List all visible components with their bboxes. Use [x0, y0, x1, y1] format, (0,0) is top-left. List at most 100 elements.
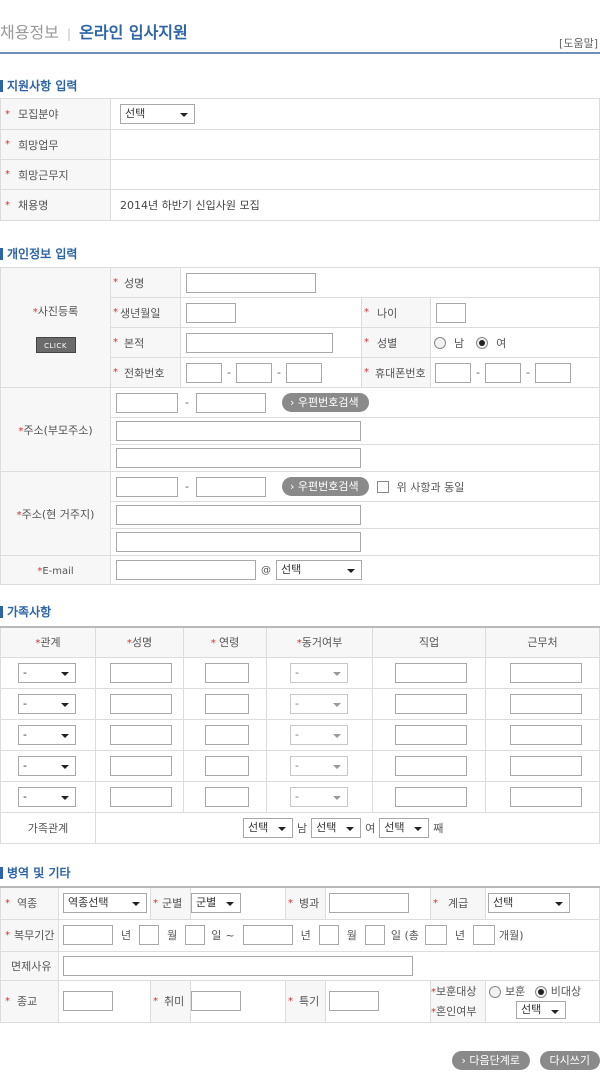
family-order-select[interactable]: 선택 — [379, 817, 430, 838]
email-domain-select[interactable]: 선택 — [276, 560, 362, 580]
rewrite-button[interactable]: 다시쓰기 — [539, 1051, 600, 1070]
veteran-no-label: 비대상 — [550, 984, 582, 998]
army-select[interactable]: 군별 — [191, 893, 241, 914]
birth-input[interactable] — [186, 302, 236, 323]
family-sons-select[interactable]: 선택 — [243, 817, 293, 838]
age-input[interactable] — [436, 302, 466, 323]
family-name-input[interactable] — [110, 786, 172, 807]
branch-select[interactable]: 역종선택 — [63, 893, 147, 914]
email-id-input[interactable] — [116, 560, 256, 580]
mobile-input-3[interactable] — [534, 362, 571, 383]
breadcrumb-category[interactable]: 채용정보 — [0, 23, 59, 42]
family-age-input[interactable] — [205, 724, 249, 745]
period-start-month[interactable] — [139, 925, 160, 945]
family-job-input[interactable] — [395, 693, 467, 714]
period-start-year[interactable] — [63, 925, 113, 945]
family-name-input[interactable] — [110, 724, 172, 745]
family-age-input[interactable] — [205, 693, 249, 714]
page-header: 채용정보 | 온라인 입사지원 — [0, 19, 188, 43]
gender-male-label: 남 — [454, 336, 465, 350]
family-name-input[interactable] — [110, 662, 172, 683]
email-label: E-mail — [42, 565, 74, 577]
family-workplace-input[interactable] — [510, 724, 582, 745]
photo-label: *사진등록 — [32, 304, 79, 318]
religion-input[interactable] — [63, 991, 113, 1011]
parent-address-input-2[interactable] — [116, 448, 361, 468]
family-workplace-input[interactable] — [510, 662, 582, 683]
job-value[interactable] — [110, 129, 600, 160]
phone-input-1[interactable] — [186, 362, 222, 383]
family-relation-select[interactable]: - — [18, 662, 76, 683]
hobby-input[interactable] — [191, 991, 241, 1011]
family-relation-select[interactable]: - — [18, 755, 76, 776]
photo-click-button[interactable]: CLICK — [35, 336, 76, 353]
exempt-input[interactable] — [63, 955, 413, 976]
recruit-field-select[interactable]: 선택 — [120, 104, 195, 124]
phone-label: 전화번호 — [124, 366, 165, 380]
family-relation-select[interactable]: - — [18, 786, 76, 807]
gender-female-radio[interactable] — [476, 336, 489, 349]
family-age-input[interactable] — [205, 786, 249, 807]
rank-select[interactable]: 선택 — [488, 893, 570, 914]
family-relation-select[interactable]: - — [18, 724, 76, 745]
period-total-years[interactable] — [424, 925, 447, 945]
current-address-input-2[interactable] — [116, 532, 361, 552]
location-value[interactable] — [110, 159, 600, 190]
next-step-button[interactable]: › 다음단계로 — [451, 1051, 531, 1070]
parent-zip-input-2[interactable] — [195, 392, 266, 413]
family-row: -- — [0, 780, 600, 813]
parent-zip-search-button[interactable]: › 우편번호검색 — [281, 393, 369, 412]
family-daughters-select[interactable]: 선택 — [311, 817, 362, 838]
rank-label: 계급 — [448, 897, 469, 911]
photo-cell: *사진등록 CLICK — [0, 267, 111, 388]
birth-label: 생년월일 — [120, 306, 161, 320]
mobile-input-2[interactable] — [484, 362, 521, 383]
current-zip-input-1[interactable] — [116, 476, 178, 497]
family-row: -- — [0, 749, 600, 782]
origin-input[interactable] — [186, 332, 333, 353]
veteran-yes-radio[interactable] — [489, 985, 501, 998]
name-input[interactable] — [186, 272, 316, 293]
family-cohabit-select[interactable]: - — [290, 724, 348, 745]
marital-select[interactable]: 선택 — [516, 1000, 566, 1019]
period-end-day[interactable] — [364, 925, 385, 945]
help-link[interactable]: [도움말] — [559, 35, 598, 51]
family-age-input[interactable] — [205, 755, 249, 776]
parent-zip-input-1[interactable] — [116, 392, 178, 413]
parent-address-input-1[interactable] — [116, 421, 361, 441]
family-cohabit-select[interactable]: - — [290, 693, 348, 714]
family-cohabit-select[interactable]: - — [290, 662, 348, 683]
family-section-title: 가족사항 — [0, 606, 51, 618]
current-zip-input-2[interactable] — [195, 476, 266, 497]
period-total-months[interactable] — [473, 925, 495, 945]
name-label: 성명 — [124, 276, 145, 290]
family-row: -- — [0, 656, 600, 689]
current-address-input-1[interactable] — [116, 505, 361, 525]
phone-input-3[interactable] — [285, 362, 322, 383]
period-start-day[interactable] — [185, 925, 206, 945]
recruit-label-cell: * 모집분야 — [0, 98, 111, 130]
family-job-input[interactable] — [395, 662, 467, 683]
phone-input-2[interactable] — [235, 362, 272, 383]
family-name-input[interactable] — [110, 693, 172, 714]
family-cohabit-select[interactable]: - — [290, 755, 348, 776]
family-relation-select[interactable]: - — [18, 693, 76, 714]
family-name-input[interactable] — [110, 755, 172, 776]
family-workplace-input[interactable] — [510, 755, 582, 776]
period-end-month[interactable] — [318, 925, 339, 945]
gender-male-radio[interactable] — [434, 336, 446, 349]
mobile-input-1[interactable] — [435, 362, 471, 383]
skill-input[interactable] — [329, 991, 379, 1011]
family-age-input[interactable] — [205, 662, 249, 683]
same-as-above-checkbox[interactable] — [376, 480, 389, 493]
family-workplace-input[interactable] — [510, 693, 582, 714]
specialty-input[interactable] — [329, 893, 409, 914]
veteran-no-radio[interactable] — [534, 985, 547, 998]
family-job-input[interactable] — [395, 755, 467, 776]
family-job-input[interactable] — [395, 724, 467, 745]
family-workplace-input[interactable] — [510, 786, 582, 807]
period-end-year[interactable] — [242, 925, 293, 945]
family-cohabit-select[interactable]: - — [290, 786, 348, 807]
family-job-input[interactable] — [395, 786, 467, 807]
current-zip-search-button[interactable]: › 우편번호검색 — [281, 477, 369, 496]
